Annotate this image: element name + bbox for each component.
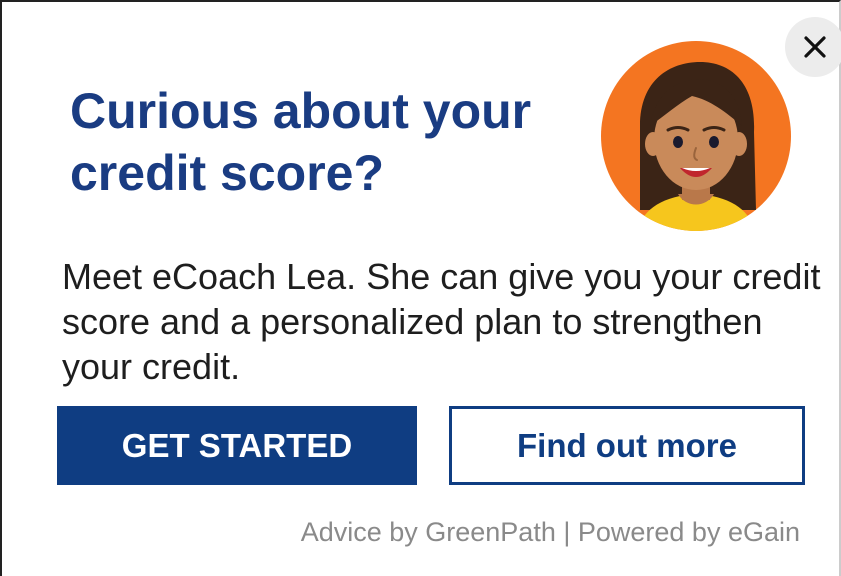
get-started-button[interactable]: GET STARTED bbox=[57, 406, 417, 485]
popup-title: Curious about your credit score? bbox=[70, 83, 532, 201]
close-icon bbox=[804, 36, 826, 58]
popup-description: Meet eCoach Lea. She can give you your c… bbox=[62, 256, 821, 387]
credit-score-popup: Curious about your credit score? Meet eC… bbox=[0, 0, 841, 576]
attribution-footer: Advice by GreenPath | Powered by eGain bbox=[300, 517, 800, 547]
close-button[interactable] bbox=[785, 17, 841, 77]
find-out-more-button[interactable]: Find out more bbox=[449, 406, 805, 485]
ecoach-avatar bbox=[601, 41, 791, 231]
